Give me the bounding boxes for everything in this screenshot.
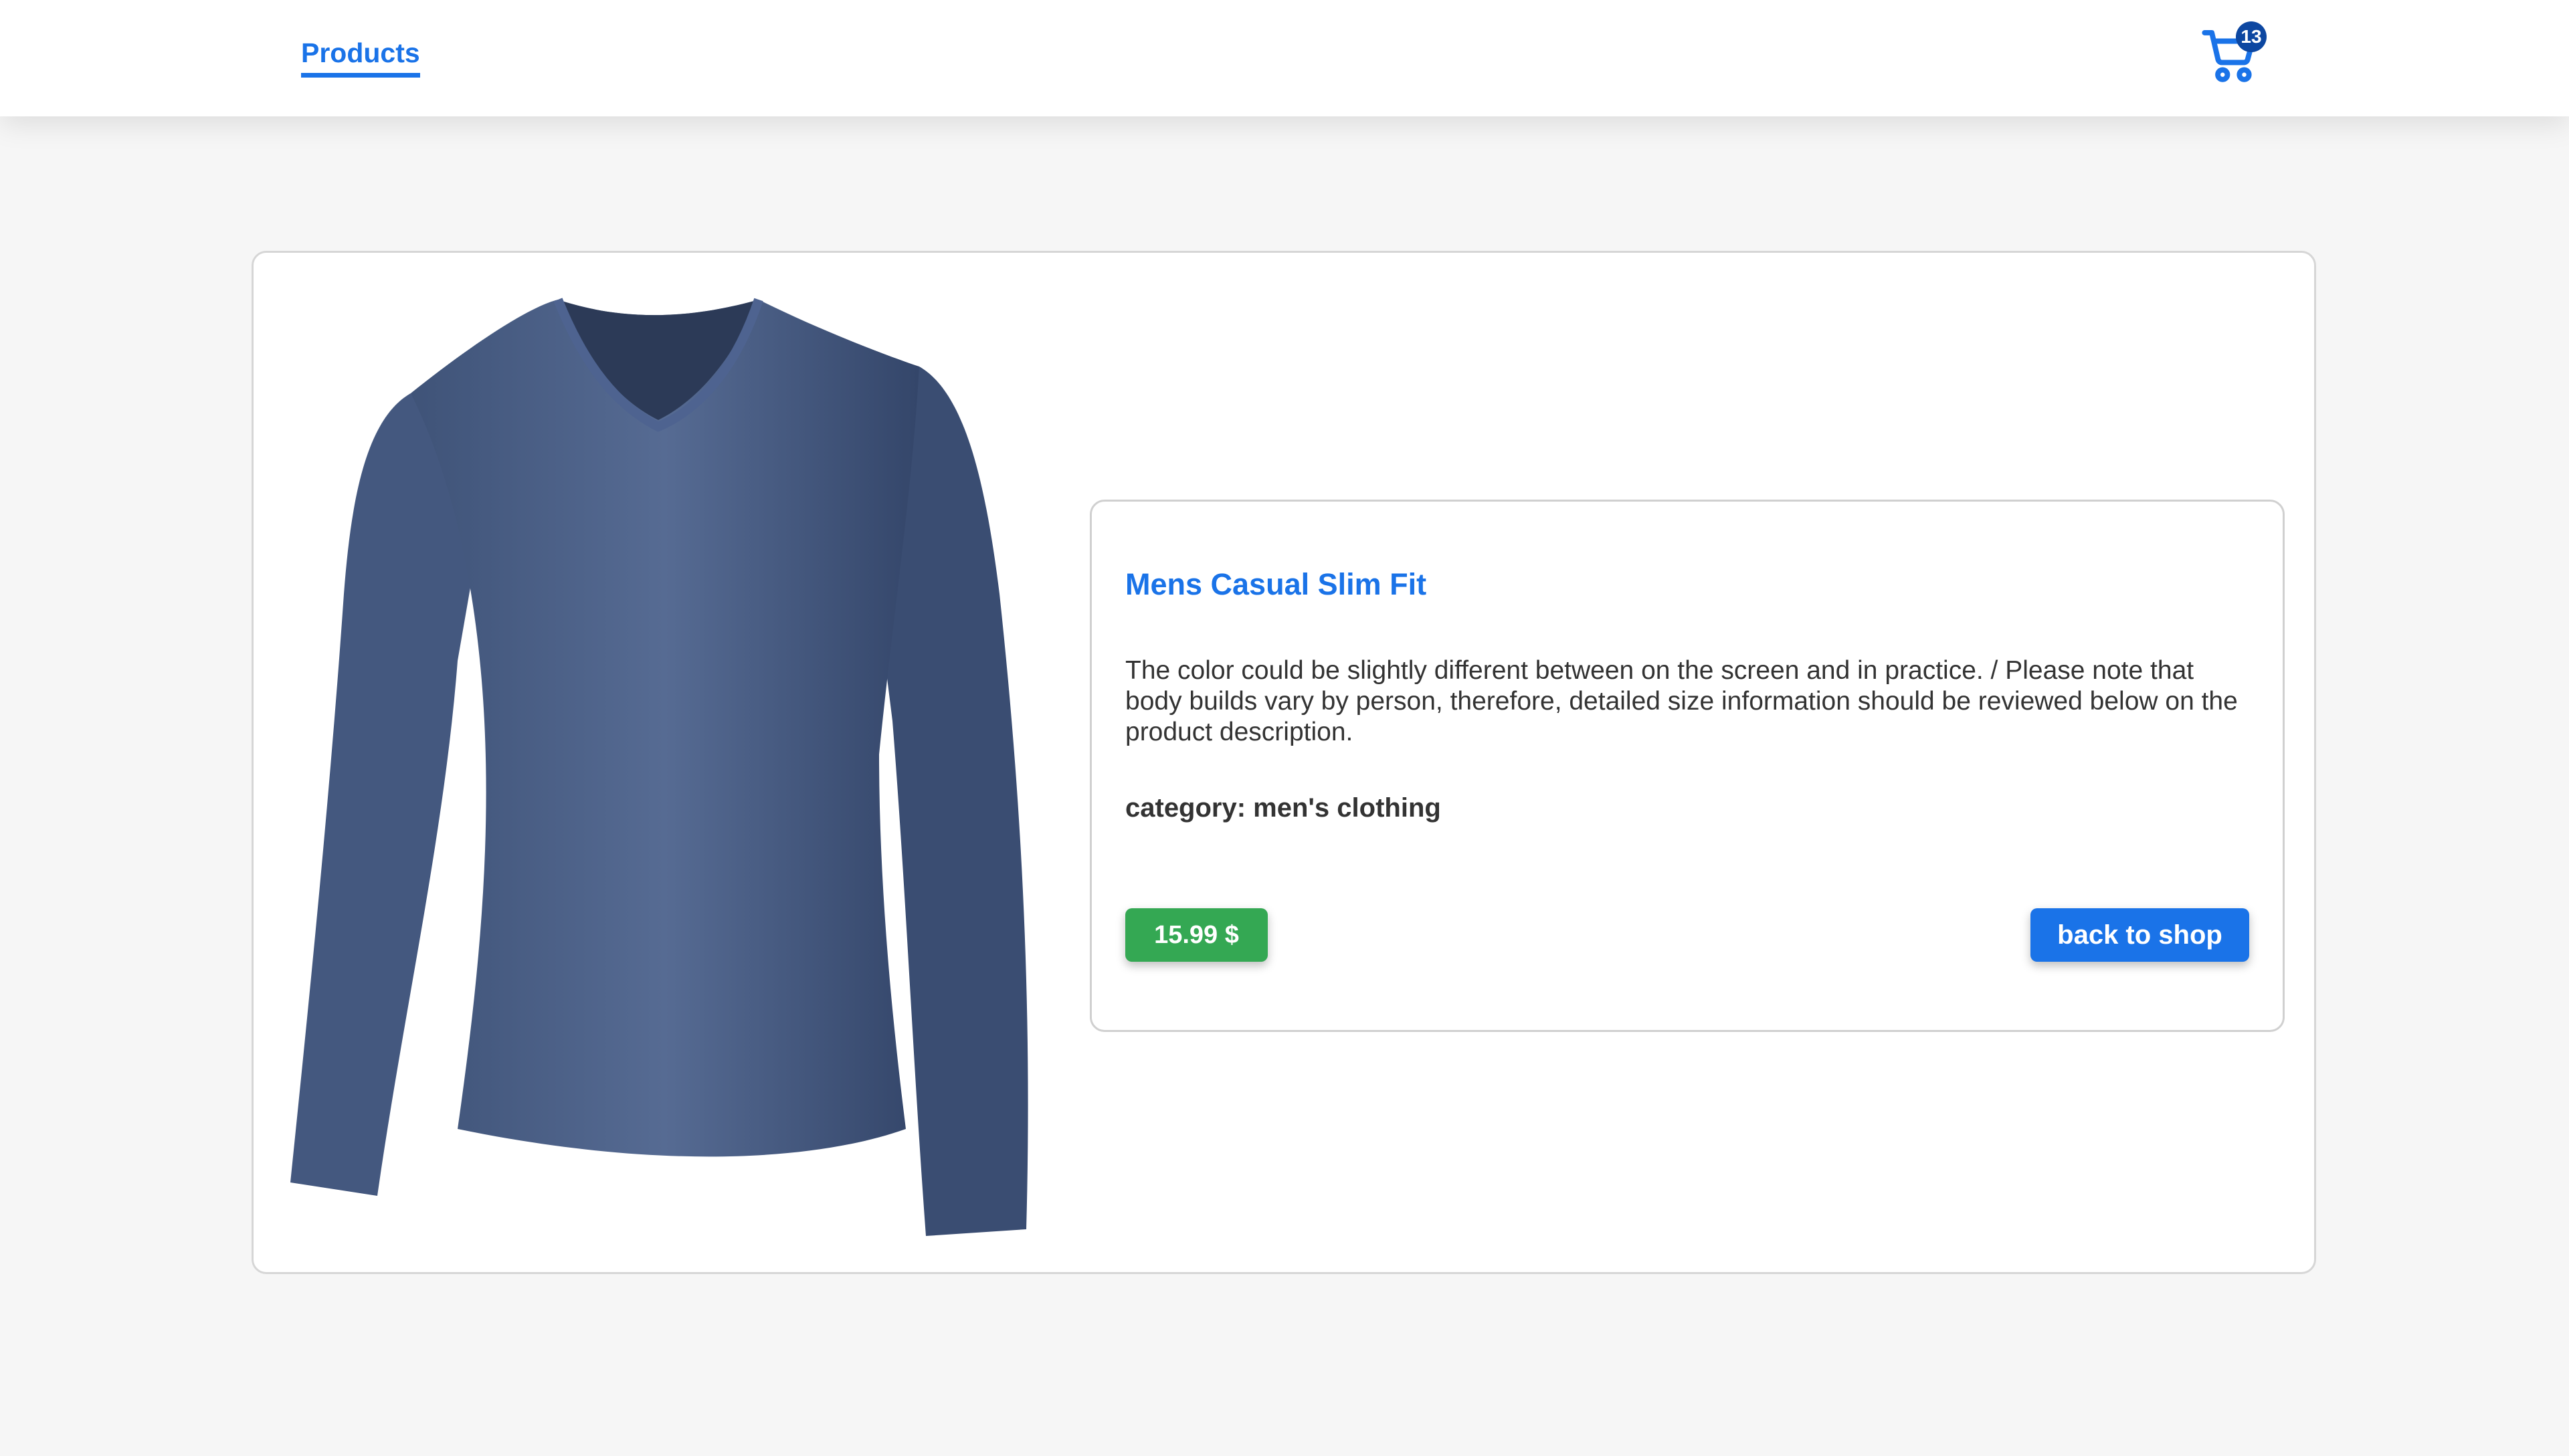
price-badge: 15.99 $	[1125, 908, 1268, 962]
product-title: Mens Casual Slim Fit	[1125, 567, 1427, 601]
back-to-shop-button[interactable]: back to shop	[2030, 908, 2249, 962]
product-image	[290, 298, 1028, 1236]
product-card: Mens Casual Slim Fit The color could be …	[252, 251, 2316, 1274]
cart-count-badge: 13	[2236, 21, 2267, 52]
product-description: The color could be slightly different be…	[1125, 656, 2238, 746]
cart-button[interactable]: 13	[2201, 21, 2268, 88]
product-category: category: men's clothing	[1125, 793, 1441, 823]
navbar: Products 13	[0, 0, 2569, 116]
nav-link-products[interactable]: Products	[301, 37, 420, 78]
product-info-panel: Mens Casual Slim Fit The color could be …	[1090, 500, 2285, 1032]
